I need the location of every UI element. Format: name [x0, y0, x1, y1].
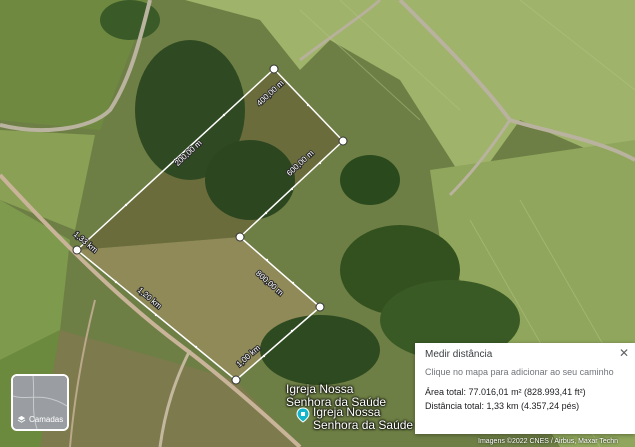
panel-hint: Clique no mapa para adicionar ao seu cam… [425, 367, 614, 377]
place-name-line: Senhora da Saúde [313, 418, 414, 432]
close-icon[interactable]: ✕ [619, 346, 629, 360]
layers-label-text: Camadas [29, 415, 64, 424]
imagery-attribution: Imagens ©2022 CNES / Airbus, Maxar Techn [478, 438, 619, 445]
layers-icon [17, 415, 26, 423]
place-label-church-pin[interactable]: Igreja Nossa Senhora da Saúde [313, 406, 413, 432]
measure-distance-panel: Medir distância ✕ Clique no mapa para ad… [415, 343, 635, 434]
layers-label: Camadas [17, 415, 63, 424]
church-place-pin-icon[interactable] [295, 407, 311, 423]
total-distance: Distância total: 1,33 km (4.357,24 pés) [425, 401, 580, 411]
total-area: Área total: 77.016,01 m² (828.993,41 ft²… [425, 387, 586, 397]
layers-button[interactable]: Camadas [11, 374, 69, 431]
panel-title: Medir distância [425, 349, 493, 360]
